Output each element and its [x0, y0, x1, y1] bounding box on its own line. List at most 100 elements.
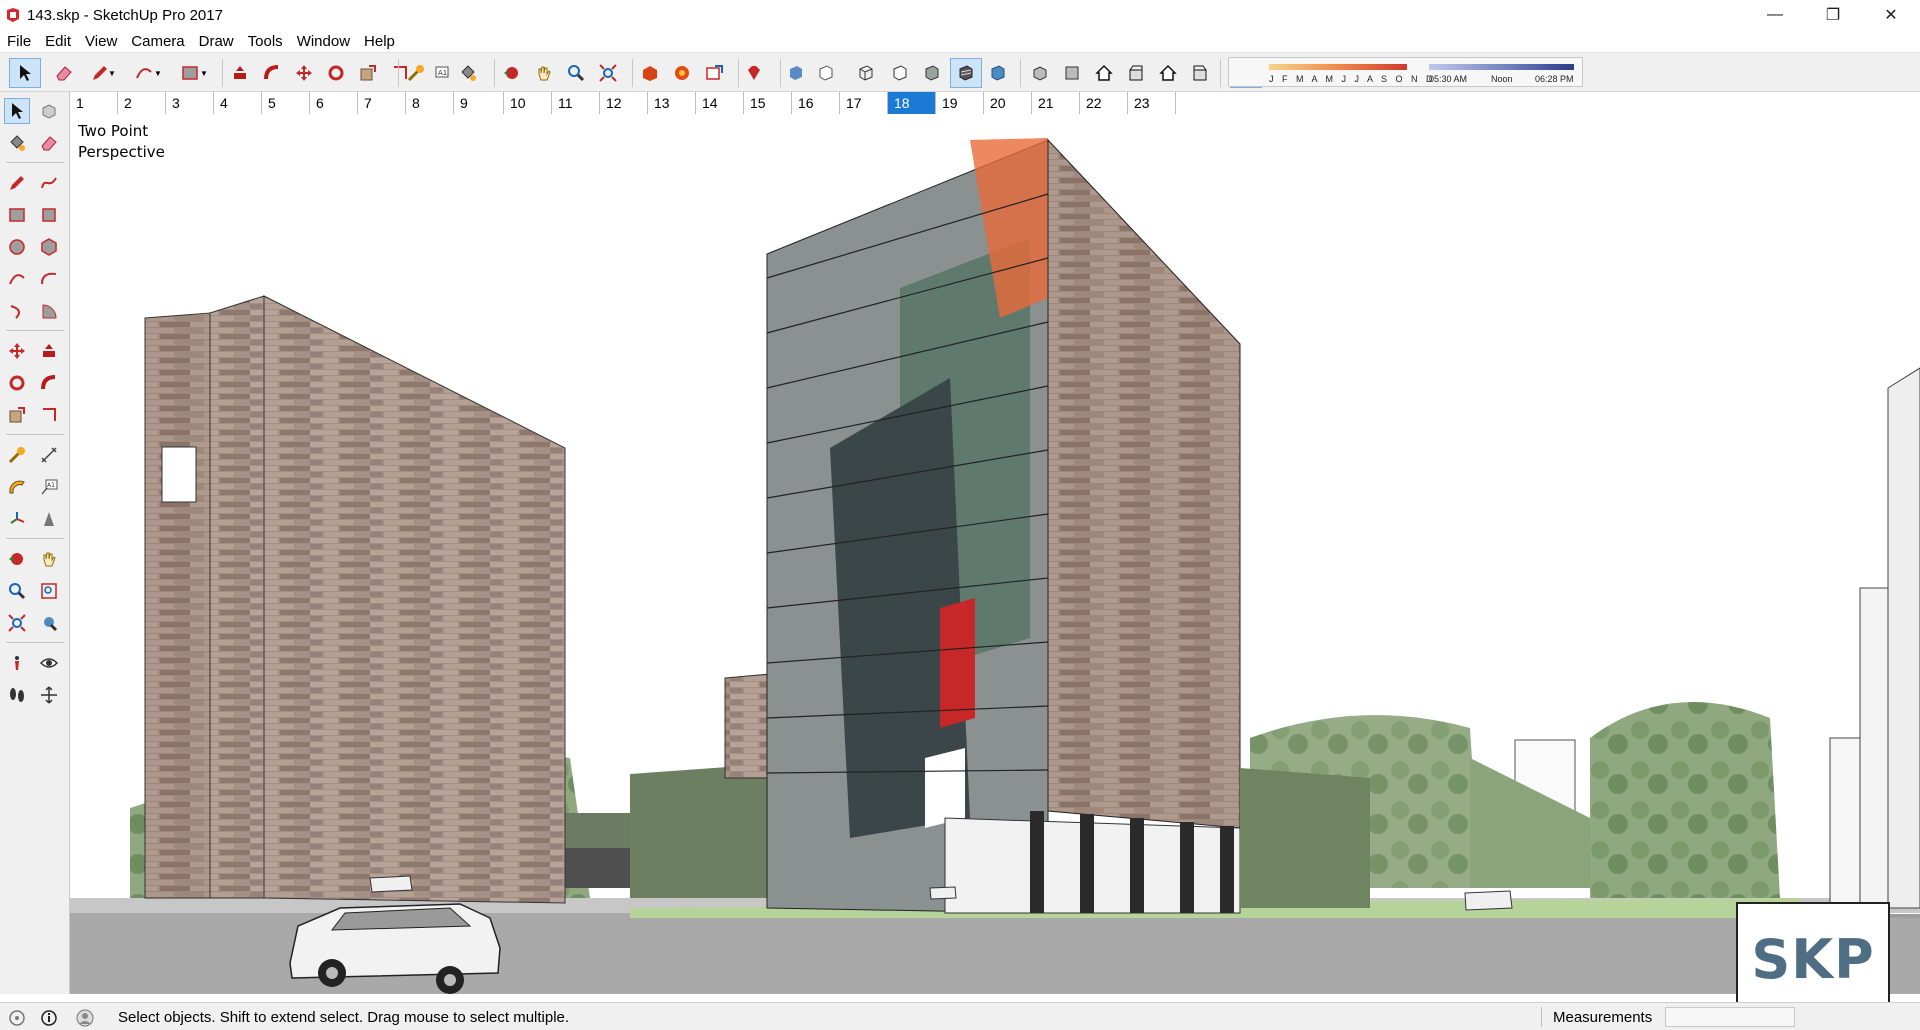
geo-location-icon[interactable] [8, 1009, 26, 1027]
scene-tab-1[interactable]: 1 [70, 92, 118, 114]
scene-tab-3[interactable]: 3 [166, 92, 214, 114]
scene-tab-19[interactable]: 19 [936, 92, 984, 114]
scene-tab-13[interactable]: 13 [648, 92, 696, 114]
shapes-dropdown[interactable]: ▼ [198, 61, 210, 85]
push-pull-tool-button[interactable] [228, 61, 252, 85]
palette-look-around-button[interactable] [36, 650, 62, 676]
menu-draw[interactable]: Draw [192, 33, 241, 50]
style-textures-button[interactable] [950, 58, 982, 88]
scene-tab-10[interactable]: 10 [504, 92, 552, 114]
palette-axes-button[interactable] [4, 506, 30, 532]
palette-make-component-button[interactable] [36, 98, 62, 124]
scene-tab-6[interactable]: 6 [310, 92, 358, 114]
month-slider[interactable] [1269, 64, 1407, 70]
eraser-tool-button[interactable] [52, 61, 76, 85]
style-xray-button[interactable] [784, 61, 808, 85]
menu-file[interactable]: File [0, 33, 38, 50]
palette-text-button[interactable]: A1 [36, 474, 62, 500]
scene-tab-23[interactable]: 23 [1128, 92, 1176, 114]
palette-3point-arc-button[interactable] [4, 298, 30, 324]
zoom-tool-button[interactable] [564, 61, 588, 85]
model-viewport[interactable]: Two Point Perspective [70, 118, 1920, 994]
palette-pie-button[interactable] [36, 298, 62, 324]
zoom-extents-tool-button[interactable] [596, 61, 620, 85]
maximize-button[interactable]: ❐ [1804, 0, 1862, 30]
view-iso-button[interactable] [1028, 61, 1052, 85]
menu-edit[interactable]: Edit [38, 33, 78, 50]
palette-3d-text-button[interactable] [36, 506, 62, 532]
view-left-button[interactable] [1188, 61, 1212, 85]
view-front-button[interactable] [1092, 61, 1116, 85]
scene-tab-4[interactable]: 4 [214, 92, 262, 114]
scene-tab-20[interactable]: 20 [984, 92, 1032, 114]
scene-tab-18[interactable]: 18 [888, 92, 936, 114]
palette-dimension-button[interactable] [36, 442, 62, 468]
close-button[interactable]: ✕ [1862, 0, 1920, 30]
info-icon[interactable] [40, 1009, 58, 1027]
user-account-icon[interactable] [76, 1009, 94, 1027]
measurements-input[interactable] [1665, 1007, 1795, 1027]
palette-2point-arc-button[interactable] [36, 266, 62, 292]
palette-move-button[interactable] [4, 338, 30, 364]
palette-paint-bucket-button[interactable] [4, 130, 30, 156]
palette-freehand-button[interactable] [36, 170, 62, 196]
scene-tab-15[interactable]: 15 [744, 92, 792, 114]
scene-tab-16[interactable]: 16 [792, 92, 840, 114]
palette-tape-measure-button[interactable] [4, 442, 30, 468]
scene-tab-5[interactable]: 5 [262, 92, 310, 114]
palette-follow-me-button[interactable] [36, 370, 62, 396]
select-tool-button[interactable] [9, 58, 41, 88]
extension-manager-button[interactable] [742, 61, 766, 85]
palette-rotate-button[interactable] [4, 370, 30, 396]
scale-tool-button[interactable] [356, 61, 380, 85]
palette-line-button[interactable] [4, 170, 30, 196]
menu-camera[interactable]: Camera [124, 33, 191, 50]
menu-window[interactable]: Window [290, 33, 357, 50]
menu-help[interactable]: Help [357, 33, 402, 50]
orbit-tool-button[interactable] [500, 61, 524, 85]
scene-tab-21[interactable]: 21 [1032, 92, 1080, 114]
palette-scale-button[interactable] [4, 402, 30, 428]
palette-previous-view-button[interactable] [36, 610, 62, 636]
menu-tools[interactable]: Tools [241, 33, 290, 50]
scene-tab-14[interactable]: 14 [696, 92, 744, 114]
scene-tab-2[interactable]: 2 [118, 92, 166, 114]
style-shaded-button[interactable] [920, 61, 944, 85]
time-slider[interactable] [1429, 64, 1574, 70]
move-tool-button[interactable] [292, 61, 316, 85]
paint-bucket-tool-button[interactable] [456, 61, 480, 85]
palette-pan-button[interactable] [36, 546, 62, 572]
line-dropdown[interactable]: ▼ [106, 61, 118, 85]
3d-warehouse-button[interactable] [638, 61, 662, 85]
style-hidden-line-button[interactable] [888, 61, 912, 85]
palette-walk-button[interactable] [4, 682, 30, 708]
palette-zoom-button[interactable] [4, 578, 30, 604]
palette-arc-button[interactable] [4, 266, 30, 292]
palette-rotated-rectangle-button[interactable] [36, 202, 62, 228]
send-to-layout-button[interactable] [702, 61, 726, 85]
extension-warehouse-button[interactable] [670, 61, 694, 85]
minimize-button[interactable]: — [1746, 0, 1804, 30]
view-top-button[interactable] [1060, 61, 1084, 85]
palette-rectangle-button[interactable] [4, 202, 30, 228]
scene-tab-22[interactable]: 22 [1080, 92, 1128, 114]
palette-zoom-window-button[interactable] [36, 578, 62, 604]
scene-tab-12[interactable]: 12 [600, 92, 648, 114]
menu-view[interactable]: View [78, 33, 124, 50]
scene-tab-9[interactable]: 9 [454, 92, 504, 114]
palette-orbit-button[interactable] [4, 546, 30, 572]
style-backedges-button[interactable] [814, 61, 838, 85]
rotate-tool-button[interactable] [324, 61, 348, 85]
dimension-tool-button[interactable]: A1 [430, 61, 454, 85]
scene-tab-17[interactable]: 17 [840, 92, 888, 114]
palette-circle-button[interactable] [4, 234, 30, 260]
palette-position-camera-button[interactable] [4, 650, 30, 676]
palette-zoom-extents-button[interactable] [4, 610, 30, 636]
pan-tool-button[interactable] [532, 61, 556, 85]
palette-section-plane-button[interactable] [36, 682, 62, 708]
follow-me-tool-button[interactable] [260, 61, 284, 85]
scene-tab-11[interactable]: 11 [552, 92, 600, 114]
palette-eraser-button[interactable] [36, 130, 62, 156]
view-back-button[interactable] [1156, 61, 1180, 85]
palette-select-button[interactable] [4, 98, 30, 124]
